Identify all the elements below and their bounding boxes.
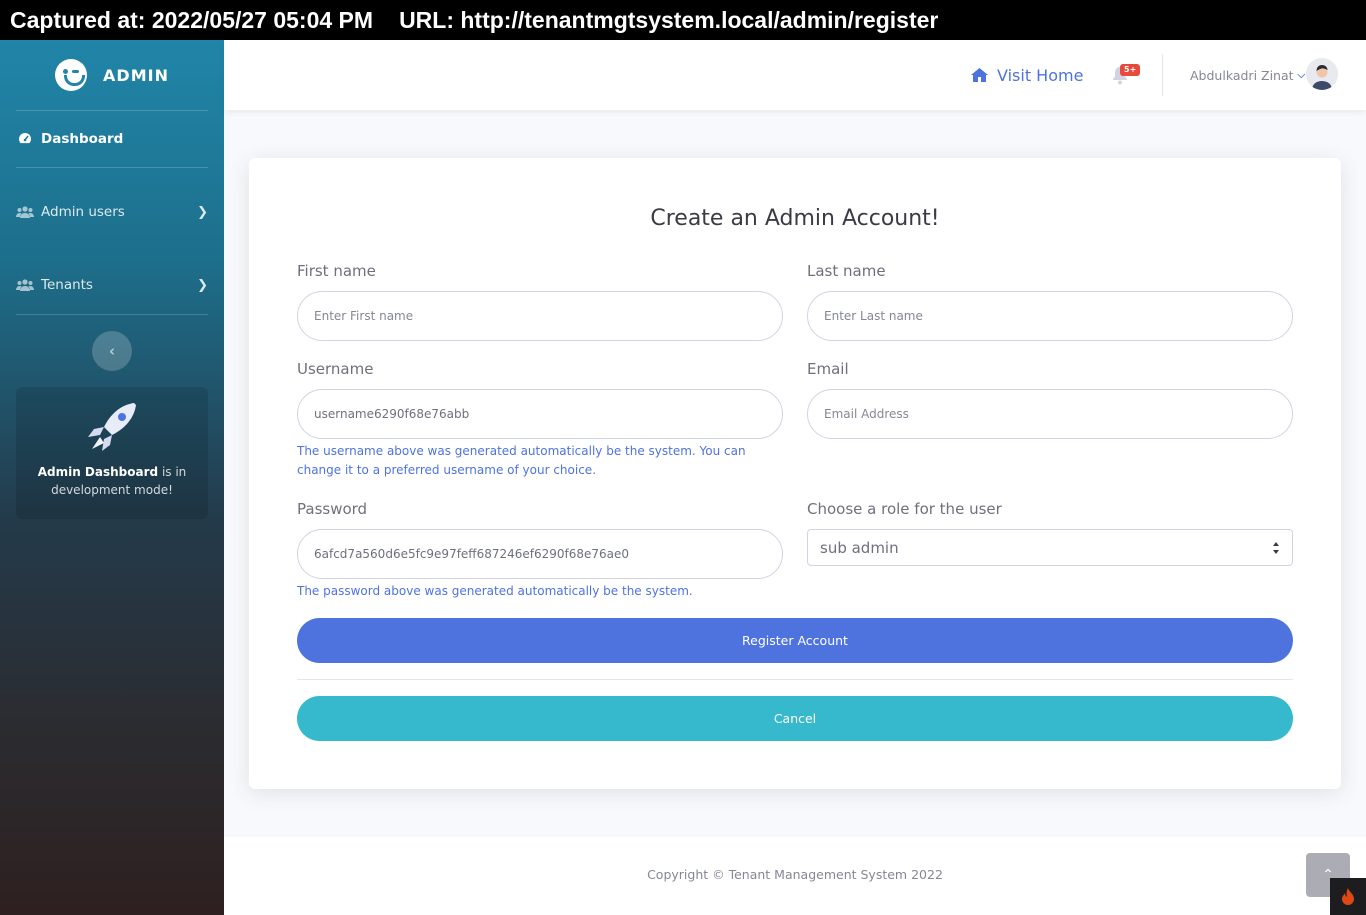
sidebar-toggle-button[interactable]: ‹ xyxy=(92,331,132,371)
sidebar-item-label: Dashboard xyxy=(41,131,124,147)
footer: Copyright © Tenant Management System 202… xyxy=(224,837,1366,915)
username-label: Username xyxy=(297,360,374,378)
cancel-button[interactable]: Cancel xyxy=(297,696,1293,741)
brand-text: ADMIN xyxy=(103,65,169,85)
notification-badge: 5+ xyxy=(1120,64,1141,76)
topbar: Visit Home 5+ Abdulkadri Zinat ⌵ xyxy=(224,40,1366,110)
password-label: Password xyxy=(297,500,368,518)
username-help-text: The username above was generated automat… xyxy=(297,444,746,477)
sidebar-brand[interactable]: ADMIN xyxy=(0,40,224,110)
sidebar-item-label: Tenants xyxy=(41,277,93,293)
chevron-left-icon: ‹ xyxy=(108,342,116,360)
register-card: Create an Admin Account! First name Last… xyxy=(249,158,1341,789)
role-select[interactable]: sub admin xyxy=(807,529,1293,566)
role-selected-value: sub admin xyxy=(820,538,899,557)
capture-timestamp: Captured at: 2022/05/27 05:04 PM xyxy=(10,7,374,33)
tachometer-icon xyxy=(16,132,34,146)
form-divider xyxy=(297,679,1293,680)
password-input[interactable] xyxy=(297,529,783,579)
last-name-label: Last name xyxy=(807,262,886,280)
footer-copyright: Copyright © Tenant Management System 202… xyxy=(647,867,943,882)
sidebar-item-dashboard[interactable]: Dashboard xyxy=(0,111,224,167)
debug-toolbar-icon[interactable] xyxy=(1330,878,1366,915)
chevron-down-icon: ⌵ xyxy=(1297,69,1306,81)
password-help-text: The password above was generated automat… xyxy=(297,584,693,598)
sidebar-item-label: Admin users xyxy=(41,204,125,220)
register-account-button[interactable]: Register Account xyxy=(297,618,1293,663)
sidebar-item-admin-users[interactable]: Admin users ❯ xyxy=(0,184,224,240)
sort-icon xyxy=(1273,542,1279,554)
promo-text: Admin Dashboard is in development mode! xyxy=(37,465,187,497)
capture-url: URL: http://tenantmgtsystem.local/admin/… xyxy=(399,7,939,33)
username-input[interactable] xyxy=(297,389,783,439)
role-label: Choose a role for the user xyxy=(807,500,1002,518)
sidebar-promo-card: Admin Dashboard is in development mode! xyxy=(16,387,208,519)
last-name-input[interactable] xyxy=(807,291,1293,341)
email-label: Email xyxy=(807,360,849,378)
visit-home-link[interactable]: Visit Home xyxy=(970,40,1083,110)
first-name-input[interactable] xyxy=(297,291,783,341)
user-name: Abdulkadri Zinat xyxy=(1190,67,1294,83)
sidebar: ADMIN Dashboard Admin users ❯ Tenants ❯ … xyxy=(0,40,224,915)
sidebar-item-tenants[interactable]: Tenants ❯ xyxy=(0,257,224,313)
capture-bar: Captured at: 2022/05/27 05:04 PM URL: htt… xyxy=(0,0,1366,40)
first-name-label: First name xyxy=(297,262,376,280)
sidebar-divider xyxy=(16,314,208,315)
email-input[interactable] xyxy=(807,389,1293,439)
chevron-right-icon: ❯ xyxy=(197,277,208,293)
page-title: Create an Admin Account! xyxy=(650,206,940,231)
home-icon xyxy=(971,68,988,82)
flame-icon xyxy=(1342,887,1354,905)
users-icon xyxy=(16,279,34,291)
rocket-icon xyxy=(88,403,136,451)
chevron-right-icon: ❯ xyxy=(197,204,208,220)
visit-home-label: Visit Home xyxy=(997,65,1084,85)
user-dropdown-toggle[interactable]: Abdulkadri Zinat ⌵ xyxy=(1190,40,1305,110)
avatar[interactable] xyxy=(1306,58,1338,90)
topbar-divider xyxy=(1162,54,1163,96)
users-icon xyxy=(16,206,34,218)
laugh-wink-icon xyxy=(55,59,88,91)
